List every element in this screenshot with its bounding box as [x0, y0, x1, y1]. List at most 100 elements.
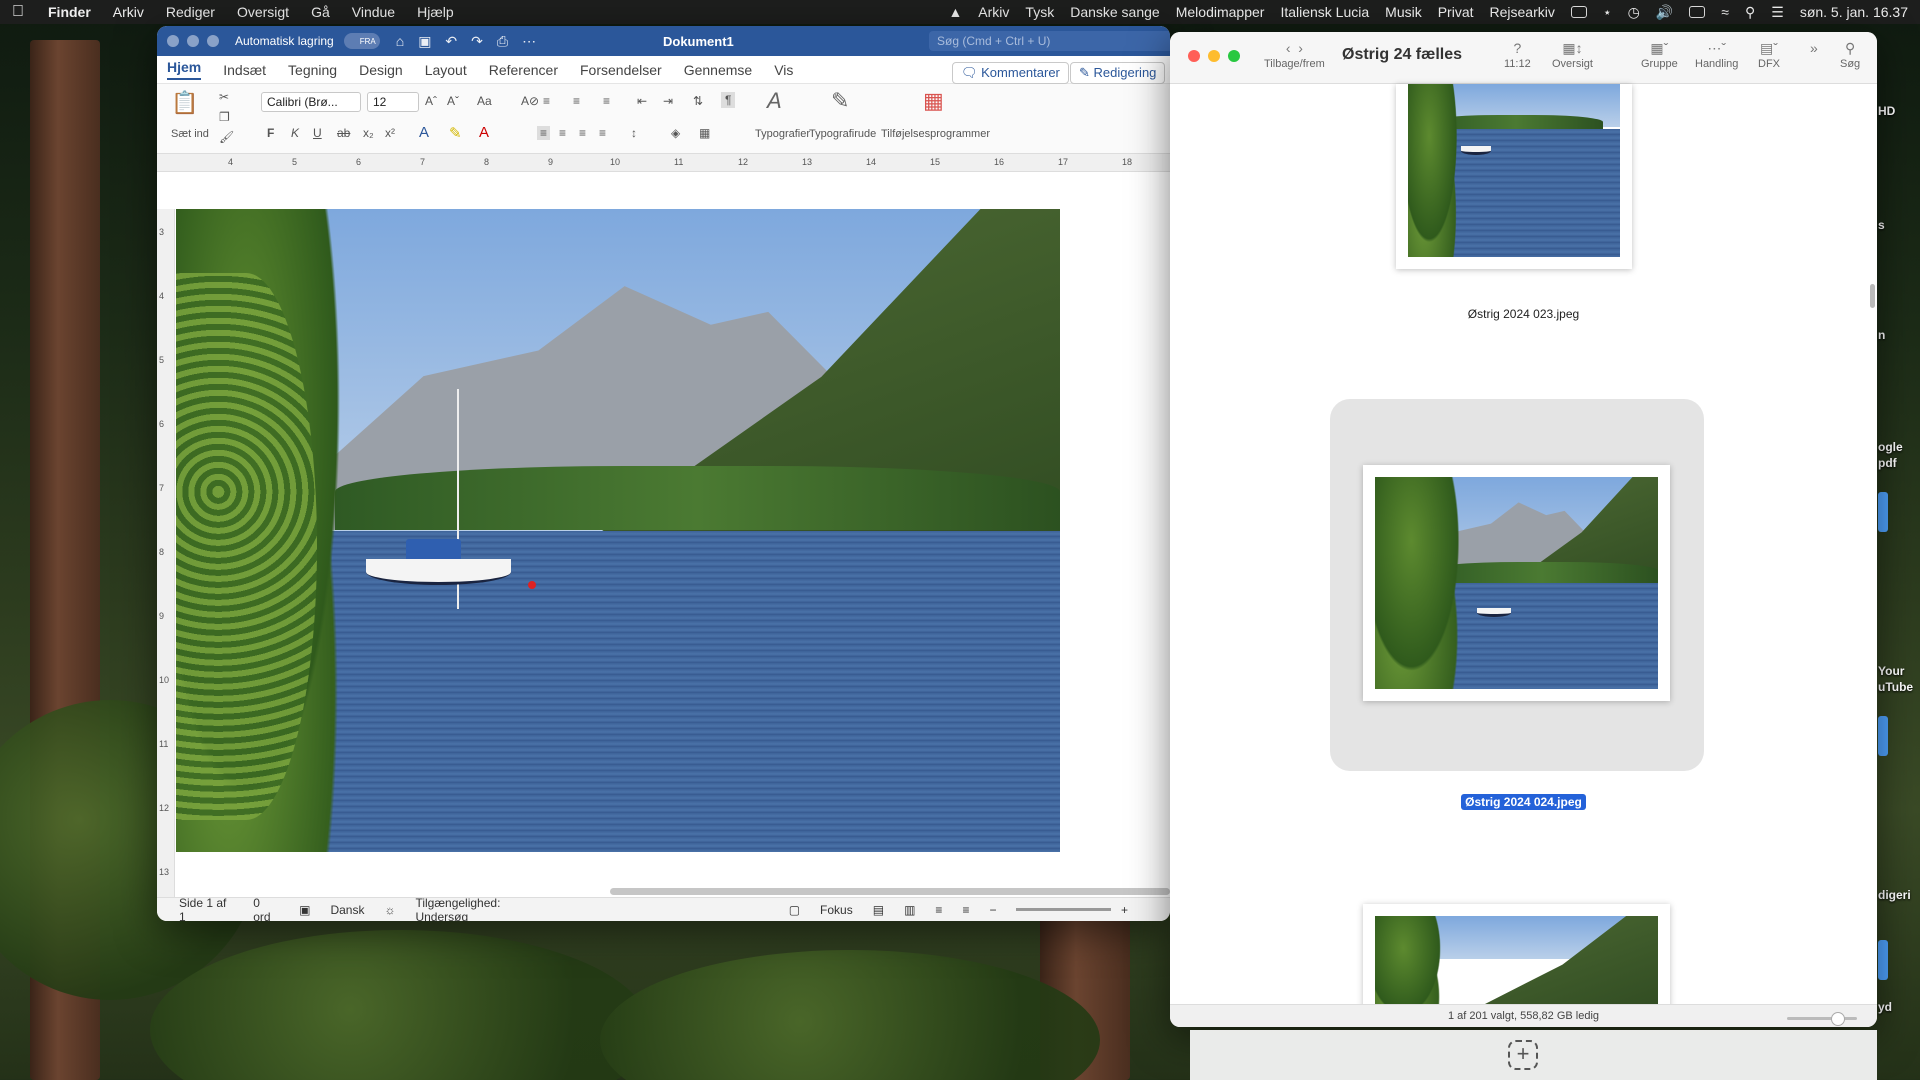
control-center-icon[interactable]: ☰ [1771, 4, 1784, 21]
comments-button[interactable]: 🗨 Kommentarer [952, 62, 1069, 84]
shrink-font-icon[interactable]: Aˇ [447, 94, 459, 108]
action-button[interactable]: ⋯ˇ Handling [1695, 38, 1738, 70]
search-icon[interactable]: ⚲ [1745, 4, 1755, 21]
desktop-item-label[interactable]: Your [1878, 664, 1904, 678]
status-menu-privat[interactable]: Privat [1438, 4, 1474, 20]
menu-item-oversigt[interactable]: Oversigt [237, 4, 289, 20]
wifi-icon[interactable]: ≈ [1721, 4, 1729, 20]
file-name[interactable]: Østrig 2024 023.jpeg [1170, 307, 1877, 321]
volume-icon[interactable]: 🔊 [1656, 4, 1673, 21]
status-menu-tysk[interactable]: Tysk [1025, 4, 1054, 20]
print-icon[interactable]: ⎙ [497, 33, 508, 50]
addins-icon[interactable]: ▦ [923, 88, 944, 114]
tab-design[interactable]: Design [359, 62, 403, 78]
desktop-file-icon[interactable] [1878, 940, 1888, 980]
focus-label[interactable]: Fokus [820, 903, 853, 917]
increase-indent-icon[interactable]: ⇥ [663, 94, 673, 108]
accessibility-status[interactable]: Tilgængelighed: Undersøg [415, 896, 548, 922]
font-color-icon[interactable]: A [479, 124, 489, 141]
copy-icon[interactable]: ❐ [219, 110, 230, 124]
bold-button[interactable]: F [267, 126, 274, 140]
menu-item-hjaelp[interactable]: Hjælp [417, 4, 454, 20]
document-page[interactable] [175, 209, 1170, 911]
minimize-button[interactable] [187, 35, 199, 47]
desktop-item-label[interactable]: uTube [1878, 680, 1913, 694]
desktop-item-label[interactable]: yd [1878, 1000, 1892, 1014]
show-formatting-icon[interactable]: ¶ [721, 92, 736, 108]
underline-button[interactable]: U [313, 126, 322, 140]
status-menu-italiensk-lucia[interactable]: Italiensk Lucia [1280, 4, 1369, 20]
superscript-button[interactable]: x² [385, 126, 395, 140]
text-effects-icon[interactable]: A [419, 124, 429, 141]
grow-font-icon[interactable]: Aˆ [425, 94, 437, 108]
dfx-button[interactable]: ▤ˇ DFX [1758, 38, 1780, 70]
format-painter-icon[interactable]: 🖌 [219, 130, 234, 144]
desktop-item-label[interactable]: n [1878, 328, 1885, 342]
search-button[interactable]: ⚲ Søg [1840, 38, 1860, 70]
apple-icon[interactable]:  [12, 3, 30, 21]
tab-vis[interactable]: Vis [774, 62, 793, 78]
desktop-item-label[interactable]: digeri [1878, 888, 1911, 902]
vertical-scrollbar[interactable] [1870, 284, 1875, 308]
zoom-button[interactable] [1228, 50, 1240, 62]
page-count[interactable]: Side 1 af 1 [179, 896, 233, 922]
numbering-icon[interactable]: ≡ [573, 94, 580, 108]
finder-icon-view[interactable]: Østrig 2024 023.jpeg Østrig 2024 024.jpe… [1170, 84, 1877, 1024]
back-forward-control[interactable]: ‹ › Tilbage/frem [1264, 38, 1325, 70]
highlight-icon[interactable]: ✎ [449, 124, 462, 142]
close-button[interactable] [167, 35, 179, 47]
proofing-icon[interactable]: ▣ [299, 903, 310, 917]
tab-tegning[interactable]: Tegning [288, 62, 337, 78]
minimize-button[interactable] [1208, 50, 1220, 62]
status-menu-rejsearkiv[interactable]: Rejsearkiv [1490, 4, 1555, 20]
file-thumbnail[interactable] [1396, 84, 1632, 269]
horizontal-scrollbar[interactable] [610, 888, 1170, 895]
word-count[interactable]: 0 ord [253, 896, 279, 922]
italic-button[interactable]: K [291, 126, 299, 140]
styles-pane-label[interactable]: Typografirude [809, 128, 876, 140]
menu-clock[interactable]: søn. 5. jan. 16.37 [1800, 4, 1908, 20]
web-layout-icon[interactable]: ▥ [904, 903, 915, 917]
paste-label[interactable]: Sæt ind [171, 128, 209, 140]
desktop-item-label[interactable]: s [1878, 218, 1885, 232]
sort-icon[interactable]: ⇅ [693, 94, 703, 108]
lake-photo[interactable] [176, 209, 1060, 852]
styles-pane-icon[interactable]: ✎ [831, 88, 849, 114]
clear-format-icon[interactable]: A⊘ [521, 94, 539, 108]
word-search-input[interactable]: Søg (Cmd + Ctrl + U) [929, 31, 1170, 51]
font-size-select[interactable]: 12 [367, 92, 419, 112]
autosave-toggle[interactable]: FRA [343, 33, 380, 49]
add-icon[interactable]: + [1508, 1040, 1538, 1070]
horizontal-ruler[interactable]: 4 5 6 7 8 9 10 11 12 13 14 15 16 17 18 [157, 154, 1170, 172]
align-center-icon[interactable]: ≡ [559, 126, 566, 140]
font-name-select[interactable]: Calibri (Brø... [261, 92, 361, 112]
align-left-icon[interactable]: ≡ [537, 126, 551, 140]
outline-icon[interactable]: ≡ [935, 903, 942, 917]
justify-icon[interactable]: ≡ [599, 126, 606, 140]
tab-layout[interactable]: Layout [425, 62, 467, 78]
strikethrough-button[interactable]: ab [337, 126, 350, 140]
cut-icon[interactable]: ✂ [219, 90, 229, 104]
menu-item-arkiv[interactable]: Arkiv [113, 4, 144, 20]
tab-gennemse[interactable]: Gennemse [684, 62, 752, 78]
redo-icon[interactable]: ↷ [471, 33, 483, 50]
status-menu-danske-sange[interactable]: Danske sange [1070, 4, 1160, 20]
status-menu-arkiv[interactable]: Arkiv [978, 4, 1009, 20]
change-case-icon[interactable]: Aa [477, 94, 492, 108]
menu-item-vindue[interactable]: Vindue [352, 4, 395, 20]
view-button[interactable]: ▦↕ Oversigt [1552, 38, 1593, 70]
bluetooth-icon[interactable]: ⋆ [1603, 4, 1612, 21]
tab-indsaet[interactable]: Indsæt [223, 62, 266, 78]
multilevel-list-icon[interactable]: ≡ [603, 94, 610, 108]
line-spacing-icon[interactable]: ↕ [631, 126, 637, 140]
battery-icon[interactable] [1689, 6, 1706, 18]
language-status[interactable]: Dansk [330, 903, 364, 917]
menu-item-rediger[interactable]: Rediger [166, 4, 215, 20]
accessibility-icon[interactable]: ☼ [384, 903, 395, 917]
desktop-file-icon[interactable] [1878, 492, 1888, 532]
tab-forsendelser[interactable]: Forsendelser [580, 62, 662, 78]
help-button[interactable]: ? 11:12 [1504, 38, 1531, 70]
tab-hjem[interactable]: Hjem [167, 59, 202, 80]
menu-app-name[interactable]: Finder [48, 4, 91, 20]
file-thumbnail-selected[interactable] [1363, 465, 1670, 701]
